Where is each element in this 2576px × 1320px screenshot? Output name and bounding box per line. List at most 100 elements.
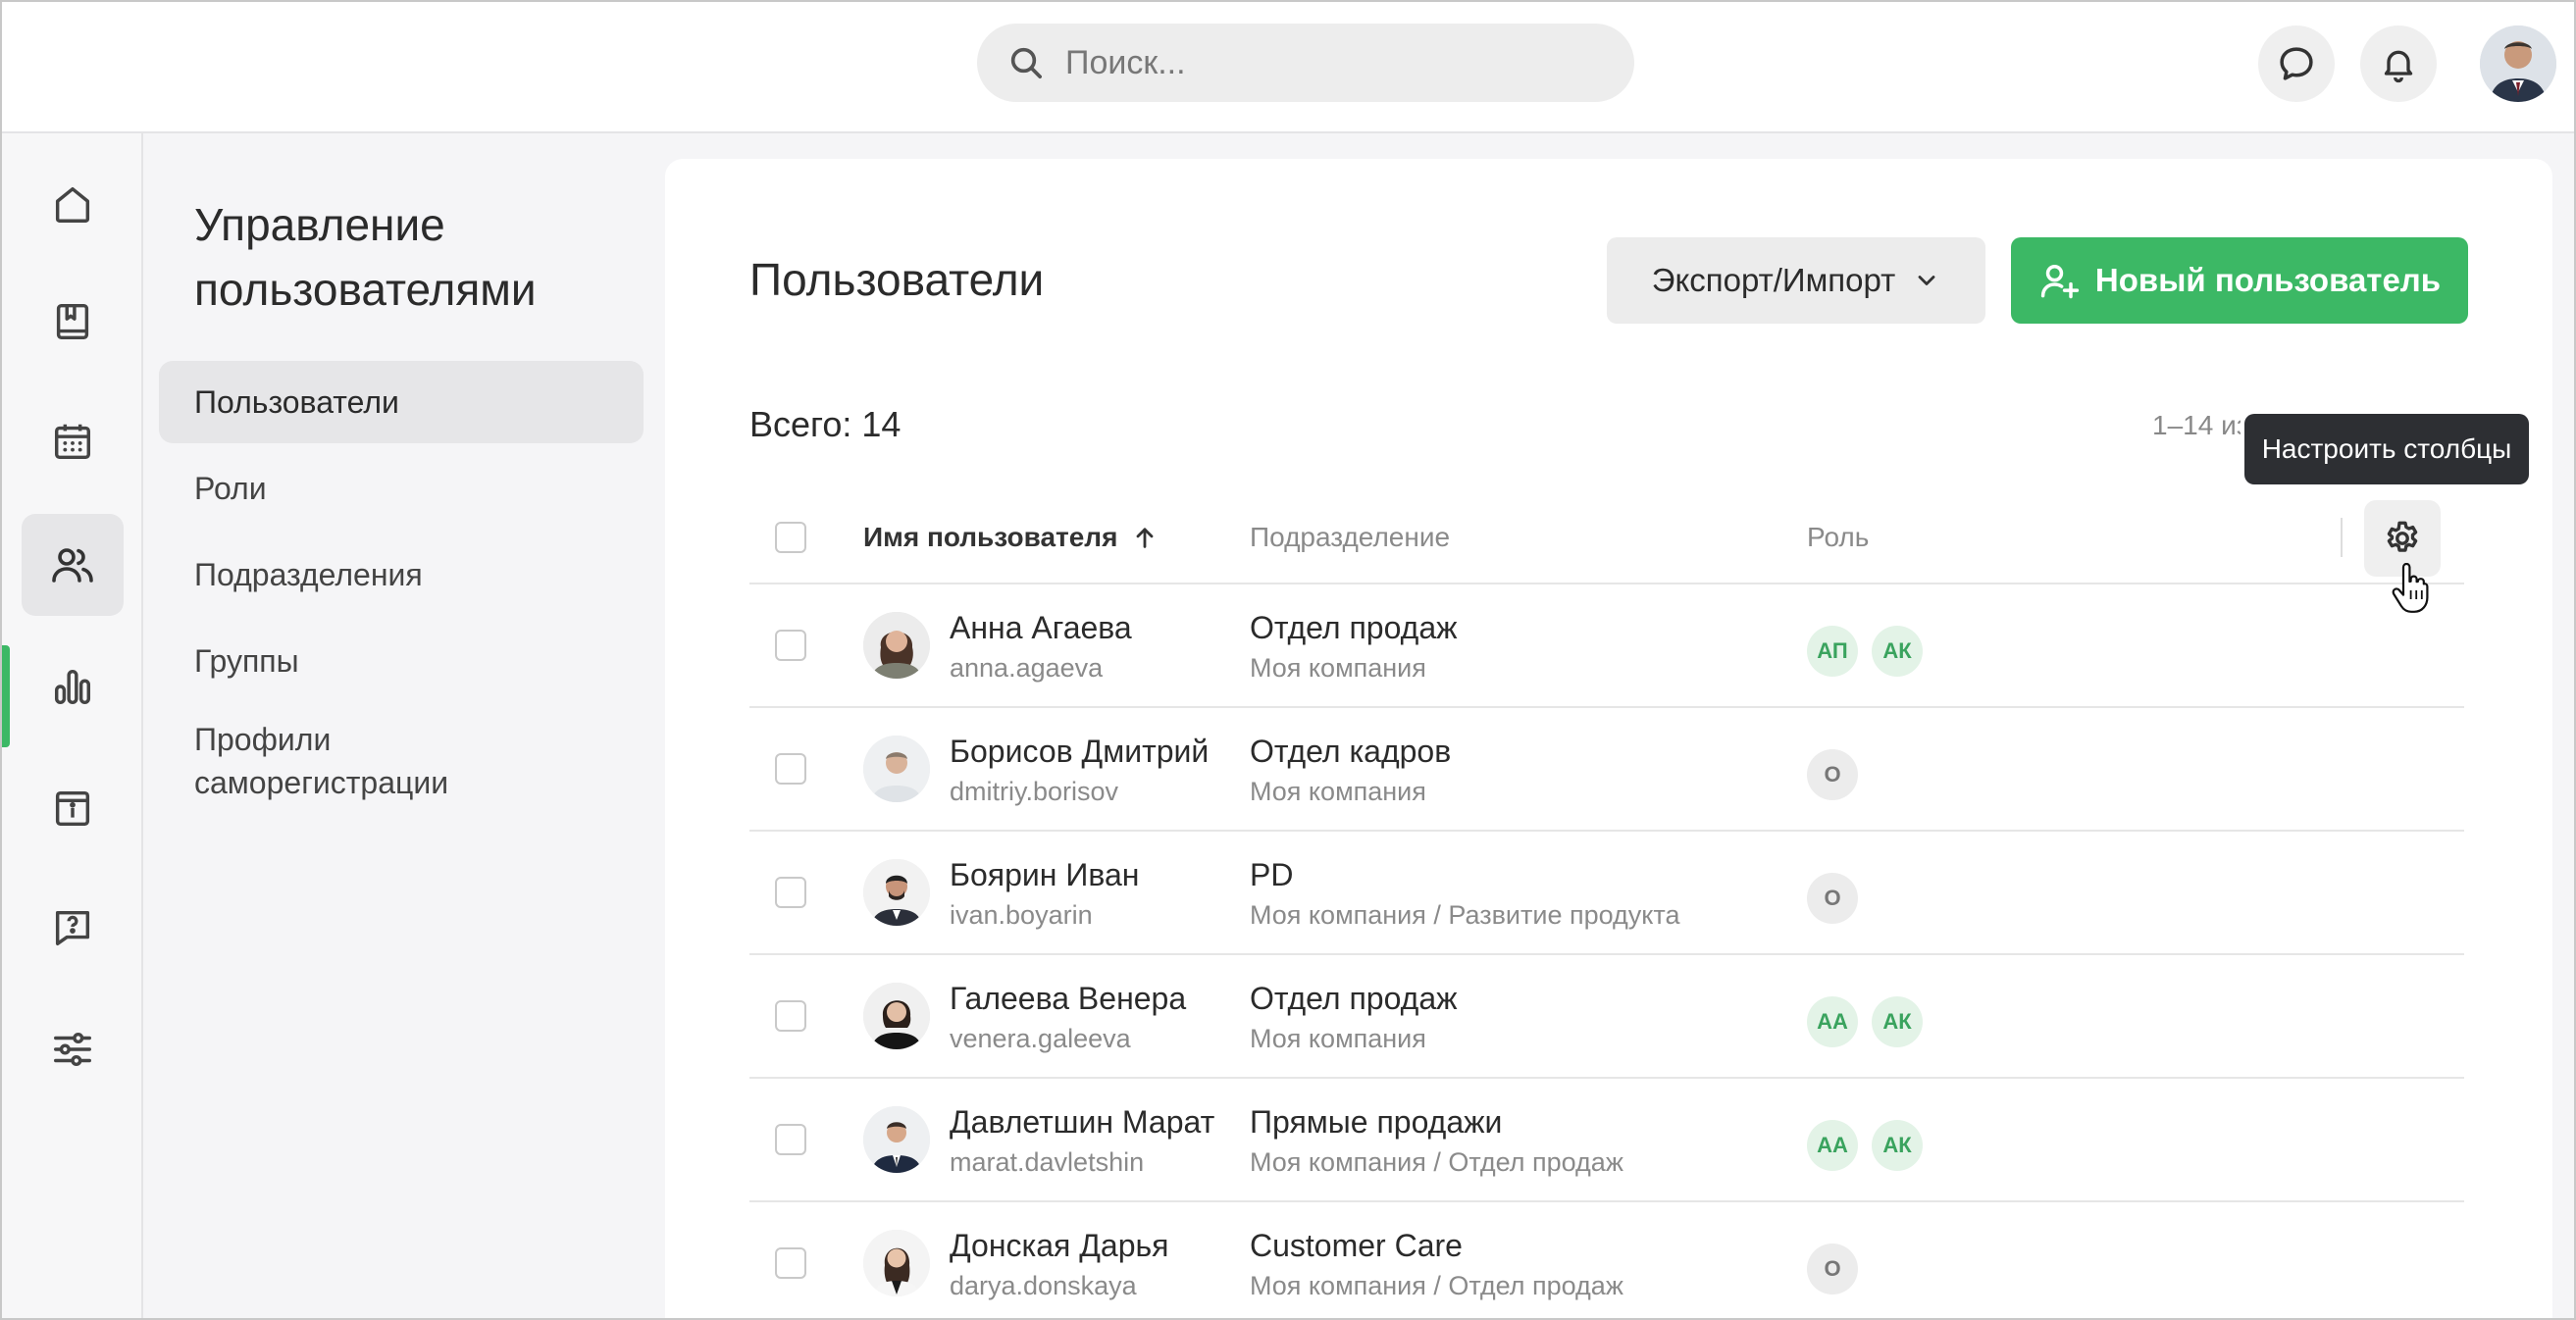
select-all-checkbox[interactable] (775, 522, 806, 553)
user-login: darya.donskaya (950, 1271, 1137, 1300)
user-name[interactable]: Анна Агаева (950, 610, 1132, 646)
section-title: Управление пользователями (194, 199, 537, 315)
icon-rail (2, 133, 143, 1318)
help-chat-icon (55, 910, 90, 946)
user-roles: О (1807, 1244, 1858, 1295)
rail-item-analytics[interactable] (22, 635, 124, 737)
rail-item-calendar[interactable] (22, 390, 124, 492)
user-avatar (863, 1230, 930, 1296)
chevron-down-icon (1918, 276, 1935, 285)
row-checkbox[interactable] (775, 1124, 806, 1155)
user-department: Отдел продаж (1250, 610, 1458, 645)
user-name[interactable]: Донская Дарья (950, 1228, 1168, 1264)
table-row[interactable]: Донская Дарья darya.donskaya Customer Ca… (749, 1202, 2464, 1318)
user-roles: АА АК (1807, 996, 1923, 1047)
subnav-item-self-registration[interactable]: Профили саморегистрации (159, 712, 581, 810)
rail-item-users[interactable] (22, 514, 124, 616)
active-indicator (2, 645, 10, 747)
add-user-icon (2040, 264, 2080, 299)
user-department-path: Моя компания (1250, 1024, 1426, 1053)
subnav-item-groups[interactable]: Группы (159, 620, 644, 702)
rail-item-help[interactable] (22, 877, 124, 979)
role-badge: АК (1872, 626, 1923, 677)
table-row[interactable]: Галеева Венера venera.galeeva Отдел прод… (749, 955, 2464, 1079)
subnav-item-users[interactable]: Пользователи (159, 361, 644, 443)
rail-item-home[interactable] (22, 153, 124, 255)
sort-ascending-icon (1137, 528, 1154, 548)
user-login: marat.davletshin (950, 1147, 1145, 1177)
role-badge: АК (1872, 1120, 1923, 1171)
notifications-button[interactable] (2360, 25, 2437, 102)
table-row[interactable]: Борисов Дмитрий dmitriy.borisov Отдел ка… (749, 708, 2464, 832)
column-name-label: Имя пользователя (863, 522, 1118, 552)
table-header: Имя пользователя Подразделение Роль (749, 492, 2464, 584)
gear-icon (2387, 521, 2418, 552)
user-avatar (863, 1106, 930, 1173)
user-avatar (863, 736, 930, 802)
current-user-avatar[interactable] (2480, 25, 2556, 102)
user-department-path: Моя компания / Отдел продаж (1250, 1147, 1623, 1177)
user-login: venera.galeeva (950, 1024, 1131, 1053)
column-header-department[interactable]: Подразделение (1250, 522, 1450, 553)
rail-item-knowledge[interactable] (22, 271, 124, 373)
column-header-role[interactable]: Роль (1807, 522, 1869, 553)
user-department: PD (1250, 857, 1294, 892)
user-department: Прямые продажи (1250, 1104, 1503, 1140)
role-badge: АК (1872, 996, 1923, 1047)
role-badge: АП (1807, 626, 1858, 677)
role-badge: О (1807, 873, 1858, 924)
total-count: Всего: 14 (749, 404, 902, 444)
home-icon (55, 186, 90, 223)
row-checkbox[interactable] (775, 753, 806, 785)
role-badge: О (1807, 1244, 1858, 1295)
chat-button[interactable] (2258, 25, 2335, 102)
calendar-icon (54, 424, 91, 460)
user-department: Customer Care (1250, 1228, 1463, 1263)
row-checkbox[interactable] (775, 1000, 806, 1032)
new-user-button[interactable]: Новый пользователь (2011, 237, 2468, 324)
bar-chart-icon (54, 669, 91, 705)
user-roles: О (1807, 873, 1858, 924)
subnav-item-roles[interactable]: Роли (159, 447, 644, 530)
header-divider (2341, 518, 2343, 557)
user-roles: АП АК (1807, 626, 1923, 677)
user-avatar (863, 612, 930, 679)
info-box-icon (55, 790, 90, 827)
export-import-button[interactable]: Экспорт/Импорт (1607, 237, 1985, 324)
search-icon (1010, 47, 1042, 78)
user-department: Отдел продаж (1250, 981, 1458, 1016)
section-nav: Управление пользователями Пользователи Р… (143, 133, 665, 1318)
role-badge: АА (1807, 996, 1858, 1047)
user-roles: АА АК (1807, 1120, 1923, 1171)
row-checkbox[interactable] (775, 1247, 806, 1279)
role-badge: АА (1807, 1120, 1858, 1171)
search-input[interactable] (1063, 42, 1617, 83)
user-name[interactable]: Борисов Дмитрий (950, 734, 1209, 770)
table-row[interactable]: Давлетшин Марат marat.davletshin Прямые … (749, 1079, 2464, 1202)
page-title: Пользователи (749, 254, 1045, 305)
rail-item-info[interactable] (22, 757, 124, 859)
user-department-path: Моя компания (1250, 777, 1426, 806)
search-box[interactable] (977, 24, 1634, 102)
table-row[interactable]: Боярин Иван ivan.boyarin PD Моя компания… (749, 832, 2464, 955)
subnav-item-departments[interactable]: Подразделения (159, 533, 644, 616)
app-window: Управление пользователями Пользователи Р… (0, 0, 2576, 1320)
row-checkbox[interactable] (775, 630, 806, 661)
new-user-label: Новый пользователь (2094, 262, 2442, 298)
bell-icon (2384, 50, 2413, 83)
user-name[interactable]: Боярин Иван (950, 857, 1139, 893)
user-login: dmitriy.borisov (950, 777, 1119, 806)
column-header-name[interactable]: Имя пользователя (863, 522, 1159, 553)
rail-item-settings[interactable] (22, 998, 124, 1100)
user-name[interactable]: Давлетшин Марат (950, 1104, 1214, 1141)
user-name[interactable]: Галеева Венера (950, 981, 1186, 1017)
chat-bubble-icon (2280, 47, 2313, 80)
table-row[interactable]: Анна Агаева anna.agaeva Отдел продаж Моя… (749, 584, 2464, 708)
row-checkbox[interactable] (775, 877, 806, 908)
user-roles: О (1807, 749, 1858, 800)
user-login: anna.agaeva (950, 653, 1104, 683)
users-panel: Пользователи Экспорт/Импорт Новый пользо… (665, 159, 2552, 1318)
user-department-path: Моя компания / Отдел продаж (1250, 1271, 1623, 1300)
user-department: Отдел кадров (1250, 734, 1452, 769)
user-login: ivan.boyarin (950, 900, 1093, 930)
